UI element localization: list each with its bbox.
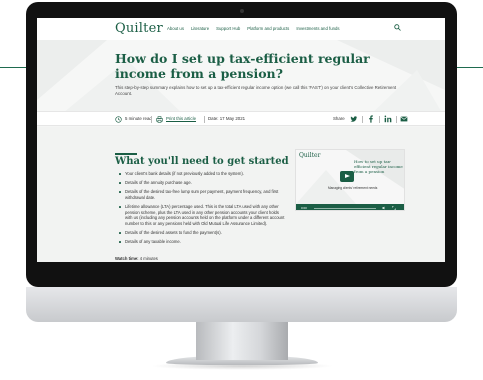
linkedin-icon[interactable] (384, 115, 392, 123)
video-title: How to set up tax-efficient regular inco… (354, 159, 403, 174)
nav-link-investments-funds[interactable]: Investments and funds (296, 26, 339, 31)
clock-icon (115, 116, 122, 123)
email-icon[interactable] (400, 115, 408, 123)
heading-accent-line (115, 153, 137, 155)
watch-time-value: 4 minutes (139, 256, 158, 261)
video-time: 0:00 (301, 206, 307, 210)
top-nav: Quilter About us Literature Support Hub … (37, 18, 445, 40)
list-item: Details of any taxable income. (119, 239, 287, 245)
share-divider (396, 116, 397, 123)
list-item: Details of the annuity purchase age. (119, 180, 287, 186)
watch-time: Watch time: 4 minutes (115, 256, 158, 261)
facebook-icon[interactable] (367, 115, 375, 123)
printer-icon[interactable] (156, 116, 163, 123)
print-article-link[interactable]: Print this article (166, 116, 196, 121)
web-page: Quilter About us Literature Support Hub … (37, 18, 445, 262)
nav-link-literature[interactable]: Literature (191, 26, 209, 31)
twitter-icon[interactable] (350, 115, 358, 123)
meta-divider (204, 116, 205, 123)
nav-link-support-hub[interactable]: Support Hub (216, 26, 240, 31)
page-title: How do I set up tax-efficient regular in… (115, 51, 370, 81)
play-button[interactable] (340, 171, 354, 182)
meta-divider (151, 116, 152, 123)
getting-started-section: What you'll need to get started Your cli… (37, 127, 445, 262)
volume-icon[interactable] (382, 206, 386, 210)
read-time: 5 minute read (125, 116, 152, 121)
share-divider (379, 116, 380, 123)
nav-link-about-us[interactable]: About us (167, 26, 184, 31)
video-control-bar: 0:00 (296, 204, 404, 210)
list-item: Details of the desired assets to fund th… (119, 230, 287, 236)
article-meta-bar: 5 minute read Print this article Date: 1… (37, 111, 445, 126)
article-date: Date: 17 May 2021 (208, 116, 246, 121)
monitor-chin (26, 287, 457, 322)
hero-banner: How do I set up tax-efficient regular in… (37, 40, 445, 118)
section-heading: What you'll need to get started (115, 156, 289, 167)
list-item: Lifetime allowance (LTA) percentage used… (119, 204, 287, 226)
video-progress-bar[interactable] (314, 207, 376, 209)
video-quilter-logo: Quilter (299, 152, 321, 159)
camera-icon (240, 9, 244, 13)
share-label: Share (333, 116, 345, 121)
list-item: Your client's bank details (if not previ… (119, 171, 287, 177)
fullscreen-icon[interactable] (392, 206, 396, 210)
nav-links: About us Literature Support Hub Platform… (167, 26, 340, 31)
nav-link-platform-products[interactable]: Platform and products (247, 26, 289, 31)
list-item: Details of the desired tax-free lump sum… (119, 189, 287, 200)
video-player[interactable]: Quilter How to set up tax-efficient regu… (295, 149, 405, 211)
search-icon[interactable] (394, 24, 401, 31)
requirements-list: Your client's bank details (if not previ… (119, 171, 287, 249)
quilter-logo[interactable]: Quilter (115, 21, 163, 36)
share-divider (362, 116, 363, 123)
watch-time-label: Watch time: (115, 256, 139, 261)
monitor-stand (196, 322, 288, 360)
video-subtitle: Managing clients' retirement needs (328, 186, 378, 190)
page-subtitle: This step-by-step summary explains how t… (115, 85, 397, 96)
